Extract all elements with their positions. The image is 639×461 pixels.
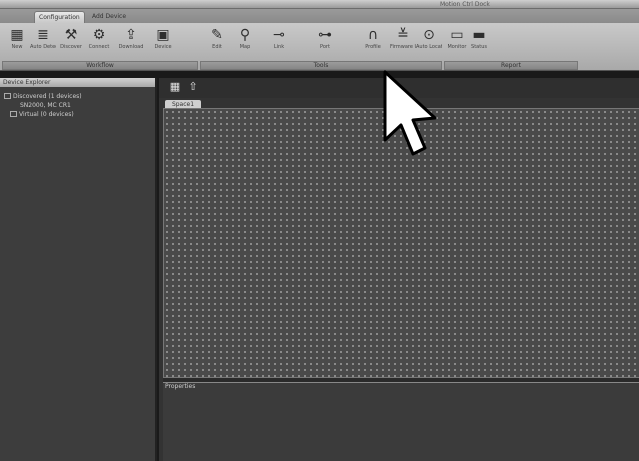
properties-panel: Properties xyxy=(163,382,639,461)
tree-item-device[interactable]: SN2000, MC CR1 xyxy=(20,102,71,110)
status-label: Status xyxy=(471,44,487,50)
port-label: Port xyxy=(320,44,330,50)
folder-icon xyxy=(4,93,11,99)
ribbon-group-tools: Tools xyxy=(200,61,442,70)
profile-button[interactable]: ∩ Profile xyxy=(360,26,386,60)
tree-item-label: SN2000, MC CR1 xyxy=(20,102,71,109)
map-label: Map xyxy=(239,44,251,50)
link-button[interactable]: ⊸ Link xyxy=(266,26,292,60)
tab-configuration[interactable]: Configuration xyxy=(34,11,85,23)
firmware-icon: ≚ xyxy=(397,27,409,43)
tree-item-discovered[interactable]: Discovered (1 devices) xyxy=(4,93,82,101)
status-icon: ▬ xyxy=(472,27,486,43)
folder-icon xyxy=(10,111,17,117)
plug-icon: ⊸ xyxy=(273,27,285,43)
tree-item-label: Virtual (0 devices) xyxy=(19,111,74,118)
firmware-update-button[interactable]: ≚ Firmware Update xyxy=(390,26,416,60)
wrench-icon: ✎ xyxy=(211,27,223,43)
mouse-pointer-icon xyxy=(383,70,437,156)
properties-title: Properties xyxy=(165,383,196,390)
profile-label: Profile xyxy=(365,44,381,50)
download-label: Download xyxy=(118,44,144,50)
device-label: Device xyxy=(154,44,172,50)
auto-locate-button[interactable]: ⊙ Auto Locate xyxy=(416,26,442,60)
wand-icon: ⚒ xyxy=(64,27,78,43)
arc-icon: ∩ xyxy=(367,27,379,43)
device-button[interactable]: ▣ Device xyxy=(150,26,176,60)
ribbon-group-workflow: Workflow xyxy=(2,61,198,70)
device-explorer-title: Device Explorer xyxy=(0,78,155,87)
tree-item-label: Discovered (1 devices) xyxy=(13,93,82,100)
list-icon: ≣ xyxy=(37,27,49,43)
ribbon-group-report: Report xyxy=(444,61,578,70)
new-button[interactable]: ▦ New xyxy=(4,26,30,60)
firmware-update-label: Firmware Update xyxy=(390,44,416,50)
discover-label: Discover xyxy=(60,44,82,50)
upload-icon: ⇪ xyxy=(125,27,137,43)
port-button[interactable]: ⊶ Port xyxy=(312,26,338,60)
upload-arrow-icon[interactable]: ⇧ xyxy=(187,81,199,93)
auto-locate-label: Auto Locate xyxy=(416,44,442,50)
tab-add-device[interactable]: Add Device xyxy=(88,11,130,23)
locate-icon: ⊙ xyxy=(423,27,435,43)
save-icon[interactable]: ▦ xyxy=(169,81,181,93)
network-icon: ⚙ xyxy=(92,27,106,43)
edit-label: Edit xyxy=(212,44,222,50)
edit-button[interactable]: ✎ Edit xyxy=(204,26,230,60)
ribbon-tab-bar: Configuration Add Device xyxy=(0,9,639,23)
ribbon: ▦ New ≣ Auto Detect ⚒ Discover ⚙ Connect… xyxy=(0,23,639,71)
auto-detect-label: Auto Detect xyxy=(30,44,56,50)
connect-button[interactable]: ⚙ Connect xyxy=(86,26,112,60)
download-button[interactable]: ⇪ Download xyxy=(118,26,144,60)
connect-label: Connect xyxy=(88,44,110,50)
settings-icon: ⊶ xyxy=(318,27,332,43)
discover-button[interactable]: ⚒ Discover xyxy=(58,26,84,60)
link-label: Link xyxy=(273,44,285,50)
link-icon: ⚲ xyxy=(239,27,251,43)
tree-item-virtual[interactable]: Virtual (0 devices) xyxy=(10,111,74,119)
grid-icon: ▦ xyxy=(10,27,24,43)
map-button[interactable]: ⚲ Map xyxy=(232,26,258,60)
title-bar: Motion Ctrl Dock xyxy=(0,0,639,9)
auto-detect-button[interactable]: ≣ Auto Detect xyxy=(30,26,56,60)
device-icon: ▣ xyxy=(156,27,170,43)
window-title: Motion Ctrl Dock xyxy=(440,1,490,8)
status-button[interactable]: ▬ Status xyxy=(466,26,492,60)
new-label: New xyxy=(11,44,23,50)
device-explorer-panel: Device Explorer Discovered (1 devices) S… xyxy=(0,78,157,461)
